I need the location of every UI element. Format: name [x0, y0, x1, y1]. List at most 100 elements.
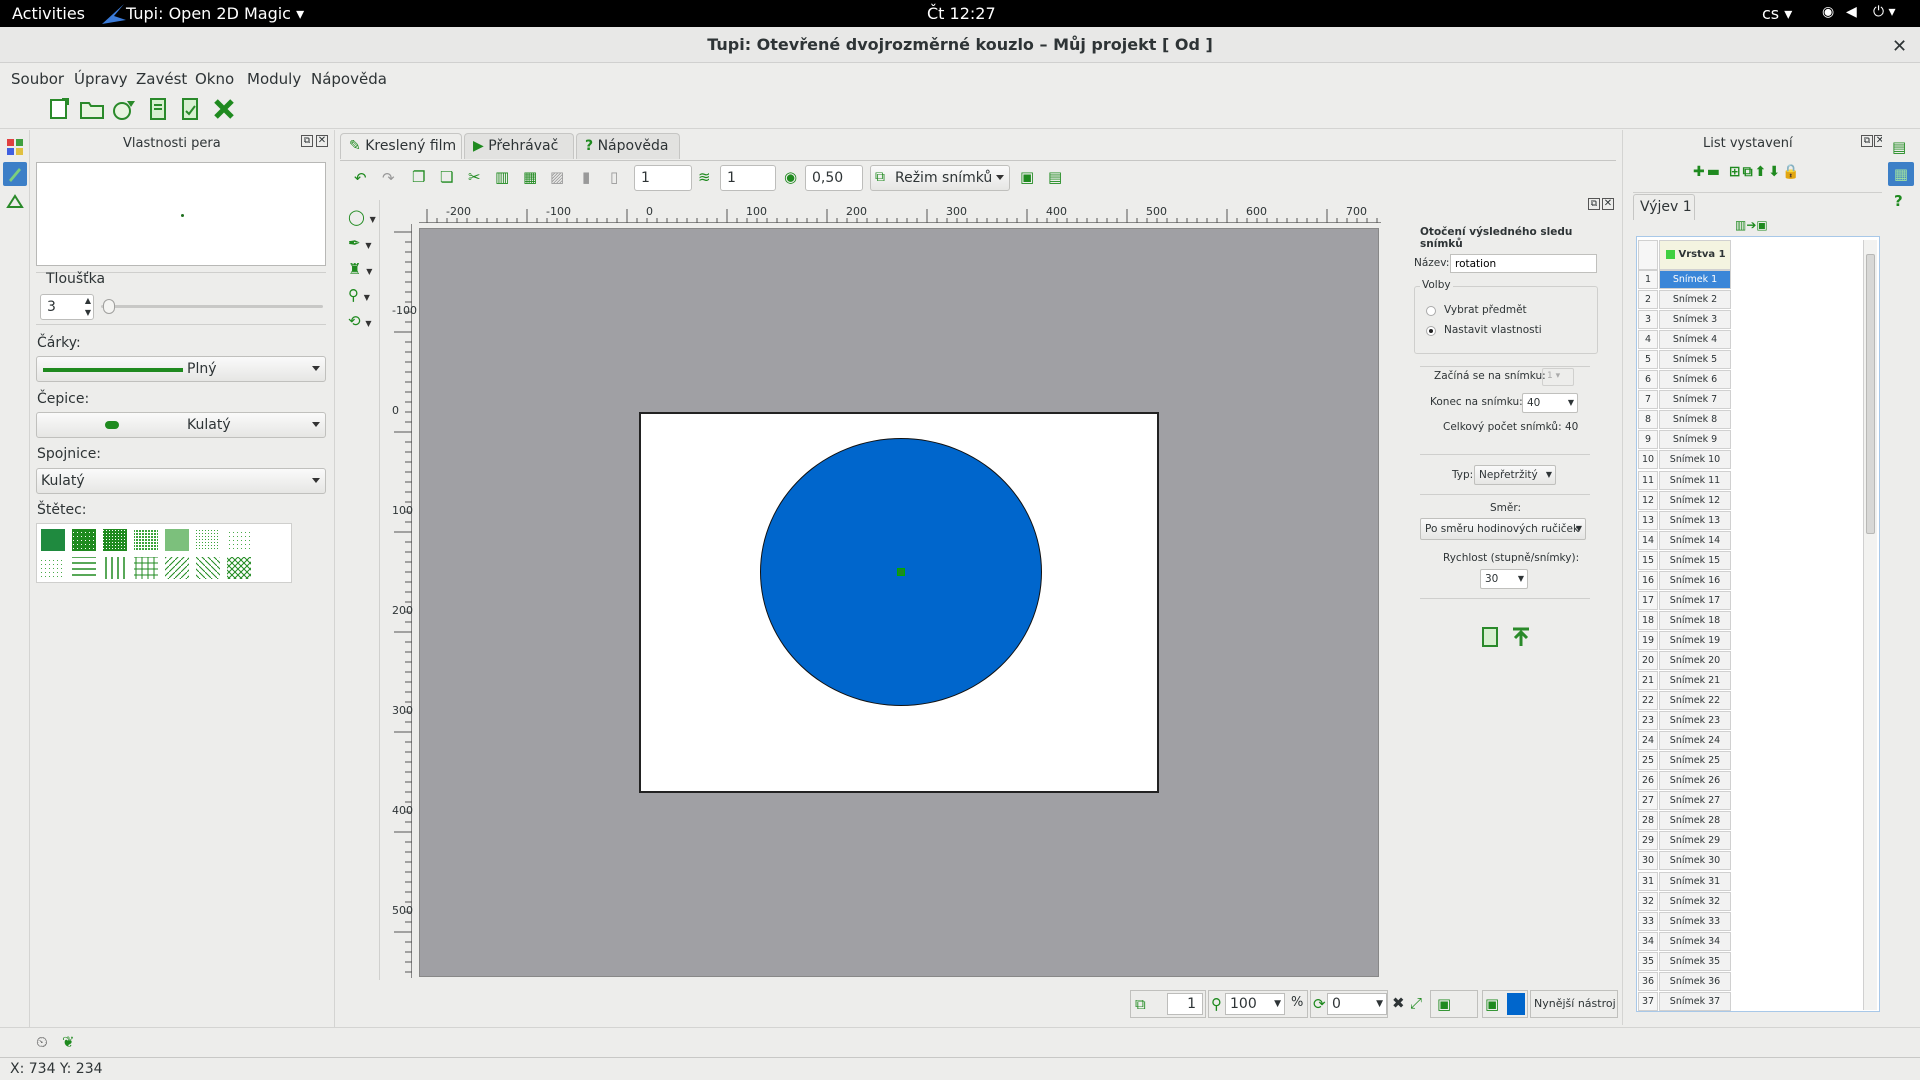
start-frame-combo[interactable]: 1 ▾	[1542, 368, 1574, 386]
frame-cell[interactable]: Snímek 26	[1659, 771, 1731, 791]
add-layer-icon[interactable]: ✚	[1693, 164, 1707, 180]
frame-cell[interactable]: Snímek 33	[1659, 911, 1731, 931]
dashes-dropdown[interactable]: Plný	[36, 356, 326, 382]
rotation-center-icon[interactable]	[897, 568, 905, 576]
menu-import[interactable]: Zavést	[136, 70, 187, 88]
app-menu[interactable]: Tupi: Open 2D Magic ▾	[126, 4, 304, 23]
open-folder-icon[interactable]	[79, 97, 107, 123]
onion-prev-icon[interactable]: ▮	[582, 168, 590, 186]
frame-cell[interactable]: Snímek 25	[1659, 751, 1731, 771]
tween-name-input[interactable]	[1450, 254, 1597, 273]
thickness-slider-track[interactable]	[101, 305, 323, 308]
close-window-icon[interactable]: ✕	[1892, 36, 1907, 57]
tab-film[interactable]: ✎ Kreslený film	[340, 133, 462, 159]
frame-cell[interactable]: Snímek 1	[1659, 270, 1731, 289]
open-net-icon[interactable]	[111, 97, 139, 123]
frame-cell[interactable]: Snímek 18	[1659, 610, 1731, 630]
frame-cell[interactable]: Snímek 5	[1659, 350, 1731, 370]
frame-cell[interactable]: Snímek 11	[1659, 470, 1731, 490]
opacity-icon[interactable]: ◉	[784, 168, 797, 186]
move-up-icon[interactable]: ⬆	[1755, 164, 1769, 180]
close-tween-button-icon[interactable]	[1510, 626, 1532, 652]
frame-cell[interactable]: Snímek 35	[1659, 951, 1731, 971]
language-indicator[interactable]: cs ▾	[1762, 4, 1792, 23]
frame-cell[interactable]: Snímek 7	[1659, 390, 1731, 410]
frame-mode-dropdown[interactable]: ⧉ Režim snímků	[870, 165, 1010, 191]
frame-cell[interactable]: Snímek 16	[1659, 570, 1731, 590]
frame-cell[interactable]: Snímek 13	[1659, 510, 1731, 530]
frame-cell[interactable]: Snímek 8	[1659, 410, 1731, 430]
float-tween-icon[interactable]: ⧉	[1588, 198, 1600, 210]
float-sheet-icon[interactable]: ⧉	[1861, 135, 1873, 147]
save-icon[interactable]	[146, 97, 174, 123]
ellipse-tool-icon[interactable]: ◯ ▼	[348, 208, 376, 226]
save-tween-icon[interactable]	[1480, 626, 1500, 652]
sheet-scrollbar[interactable]	[1863, 240, 1877, 1010]
frame-cell[interactable]: Snímek 10	[1659, 450, 1731, 470]
drawing-frame[interactable]	[639, 412, 1159, 793]
layer-visibility-icon[interactable]	[1666, 249, 1675, 259]
menu-edit[interactable]: Úpravy	[74, 70, 128, 88]
menu-file[interactable]: Soubor	[11, 70, 64, 88]
layers-icon[interactable]: ≋	[698, 168, 711, 186]
move-down-icon[interactable]: ⬇	[1768, 164, 1782, 180]
opacity-spinbox[interactable]: 0,50	[805, 165, 863, 191]
copy-icon[interactable]: ❐	[412, 168, 425, 186]
frame-cell[interactable]: Snímek 32	[1659, 891, 1731, 911]
power-icon[interactable]: ⏻ ▾	[1873, 4, 1896, 20]
frame-cell[interactable]: Snímek 23	[1659, 711, 1731, 731]
frame-cell[interactable]: Snímek 34	[1659, 931, 1731, 951]
cut-icon[interactable]: ✂	[468, 168, 481, 186]
thickness-slider-handle[interactable]	[103, 299, 115, 314]
scene-tab[interactable]: Výjev 1	[1633, 194, 1695, 220]
caps-dropdown[interactable]: Kulatý	[36, 412, 326, 438]
frame-cell[interactable]: Snímek 19	[1659, 630, 1731, 650]
frame-cell[interactable]: Snímek 20	[1659, 650, 1731, 670]
radio-select-object[interactable]	[1426, 306, 1436, 316]
radio-set-properties[interactable]	[1426, 326, 1436, 336]
safe-area-icon[interactable]: ▨	[550, 168, 564, 186]
current-frame-value[interactable]: 1	[1167, 993, 1203, 1015]
next-frames-spinbox[interactable]: 1	[720, 165, 776, 191]
scene-actions-icon[interactable]: ▥➔▣	[1735, 218, 1768, 232]
float-panel-icon[interactable]: ⧉	[301, 135, 313, 147]
frame-cell[interactable]: Snímek 37	[1659, 991, 1731, 1011]
tab-help[interactable]: ? Nápověda	[576, 133, 680, 159]
close-panel-icon[interactable]: ✕	[316, 135, 328, 147]
menu-modules[interactable]: Moduly	[247, 70, 301, 88]
paw-icon[interactable]: ❦	[62, 1033, 75, 1051]
frame-cell[interactable]: Snímek 15	[1659, 550, 1731, 570]
frame-cell[interactable]: Snímek 14	[1659, 530, 1731, 550]
save-as-icon[interactable]	[178, 97, 206, 123]
clock[interactable]: Čt 12:27	[927, 4, 996, 23]
direction-dropdown[interactable]: Po směru hodinových ručiček ▼	[1420, 518, 1586, 540]
lock-icon[interactable]: 🔒	[1782, 164, 1801, 180]
timer-icon[interactable]: ⏲	[36, 1033, 48, 1051]
exposure-sheet-icon[interactable]: ▦	[1888, 162, 1914, 186]
activities-button[interactable]: Activities	[12, 4, 85, 23]
insert-frame-icon[interactable]: ⊞	[1729, 164, 1743, 180]
close-project-icon[interactable]	[212, 97, 240, 123]
previous-frames-spinbox[interactable]: 1	[634, 165, 692, 191]
frame-cell[interactable]: Snímek 36	[1659, 971, 1731, 991]
remove-layer-icon[interactable]: ▬	[1707, 164, 1722, 180]
close-tween-icon[interactable]: ✕	[1602, 198, 1614, 210]
paste-icon[interactable]: ❏	[440, 168, 453, 186]
zoom-combo[interactable]: 100 ▼	[1225, 993, 1285, 1015]
type-dropdown[interactable]: Nepřetržitý ▼	[1474, 465, 1556, 485]
clear-icon[interactable]: ✖	[1392, 994, 1405, 1012]
grid-icon[interactable]: ▦	[523, 168, 537, 186]
tween-tool-icon[interactable]: ⟲ ▼	[348, 312, 372, 330]
color-palette-icon[interactable]	[6, 138, 24, 156]
new-file-icon[interactable]	[47, 97, 75, 123]
frame-cell[interactable]: Snímek 24	[1659, 731, 1731, 751]
undo-icon[interactable]: ↶	[354, 169, 367, 187]
scenes-icon[interactable]: ▤	[1892, 138, 1906, 156]
export-frame-icon[interactable]: ▤	[1048, 168, 1062, 186]
tab-player[interactable]: ▶ Přehrávač	[464, 133, 574, 159]
frame-cell[interactable]: Snímek 27	[1659, 791, 1731, 811]
canvas-workspace[interactable]	[419, 228, 1379, 977]
frame-cell[interactable]: Snímek 31	[1659, 871, 1731, 891]
bg-toggle[interactable]: ▣	[1430, 990, 1478, 1018]
frame-cell[interactable]: Snímek 12	[1659, 490, 1731, 510]
